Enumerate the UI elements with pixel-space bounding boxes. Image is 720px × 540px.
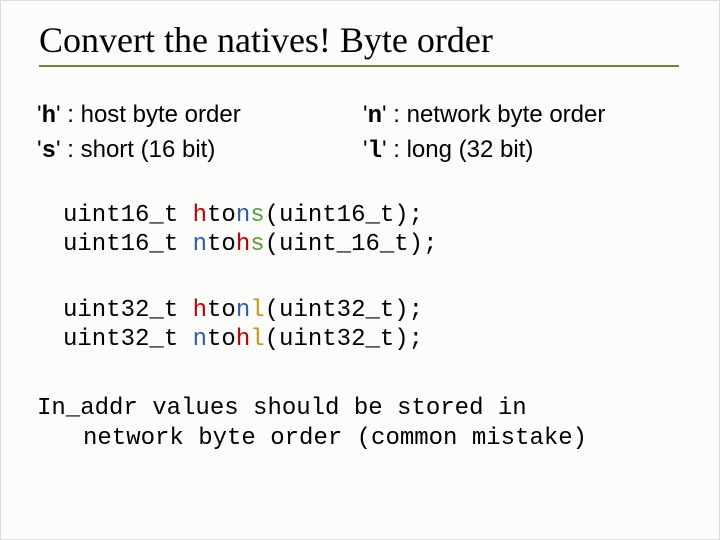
fn-h: h	[193, 297, 207, 324]
fn-to: to	[207, 297, 236, 324]
fn-args: (uint32_t);	[265, 297, 423, 324]
note-line-2: network byte order (common mistake)	[37, 424, 691, 454]
key-l: l	[368, 138, 382, 165]
fn-n: n	[236, 297, 250, 324]
def-row: 's' : short (16 bit) 'l' : long (32 bit)	[37, 136, 691, 165]
key-s: s	[42, 138, 56, 165]
slide: Convert the natives! Byte order 'h' : ho…	[0, 0, 720, 540]
def-h: 'h' : host byte order	[37, 101, 363, 130]
text-s: : short (16 bit)	[61, 136, 216, 163]
ret-type: uint32_t	[63, 326, 193, 353]
code-line: uint16_t htons(uint16_t);	[63, 202, 423, 229]
definitions: 'h' : host byte order 'n' : network byte…	[37, 101, 691, 165]
slide-title: Convert the natives! Byte order	[39, 19, 679, 67]
text-h: : host byte order	[61, 101, 241, 128]
note: In_addr values should be stored in netwo…	[37, 394, 691, 454]
fn-to: to	[207, 202, 236, 229]
fn-s: s	[250, 202, 264, 229]
title-wrap: Convert the natives! Byte order	[39, 19, 691, 67]
note-line-1: In_addr values should be stored in	[37, 395, 527, 422]
code-line: uint16_t ntohs(uint_16_t);	[63, 231, 437, 258]
fn-args: (uint_16_t);	[265, 231, 438, 258]
text-n: : network byte order	[387, 101, 606, 128]
code-block-32: uint32_t htonl(uint32_t); uint32_t ntohl…	[63, 296, 691, 355]
key-n: n	[368, 103, 382, 130]
fn-l: l	[250, 326, 264, 353]
def-s: 's' : short (16 bit)	[37, 136, 363, 165]
fn-l: l	[250, 297, 264, 324]
fn-h: h	[236, 231, 250, 258]
def-row: 'h' : host byte order 'n' : network byte…	[37, 101, 691, 130]
ret-type: uint32_t	[63, 297, 193, 324]
fn-n: n	[193, 231, 207, 258]
ret-type: uint16_t	[63, 231, 193, 258]
fn-to: to	[207, 326, 236, 353]
text-l: : long (32 bit)	[387, 136, 534, 163]
code-line: uint32_t htonl(uint32_t);	[63, 297, 423, 324]
def-l: 'l' : long (32 bit)	[363, 136, 689, 165]
fn-h: h	[236, 326, 250, 353]
fn-args: (uint32_t);	[265, 326, 423, 353]
fn-args: (uint16_t);	[265, 202, 423, 229]
fn-n: n	[193, 326, 207, 353]
ret-type: uint16_t	[63, 202, 193, 229]
fn-s: s	[250, 231, 264, 258]
code-block-16: uint16_t htons(uint16_t); uint16_t ntohs…	[63, 201, 691, 260]
key-h: h	[42, 103, 56, 130]
def-n: 'n' : network byte order	[363, 101, 689, 130]
fn-to: to	[207, 231, 236, 258]
fn-h: h	[193, 202, 207, 229]
code-line: uint32_t ntohl(uint32_t);	[63, 326, 423, 353]
fn-n: n	[236, 202, 250, 229]
